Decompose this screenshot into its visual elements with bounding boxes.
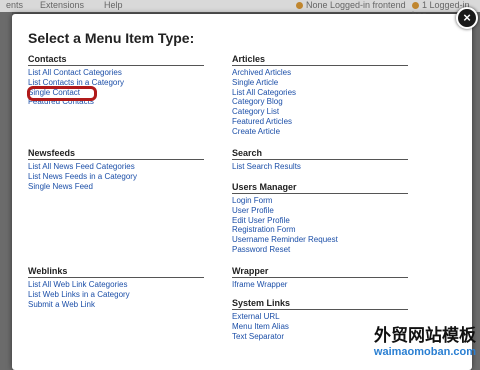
menu-type-link[interactable]: Archived Articles: [232, 68, 408, 78]
menu-type-link[interactable]: Registration Form: [232, 225, 408, 235]
group-heading: Articles: [232, 54, 408, 66]
menu-type-link[interactable]: Username Reminder Request: [232, 235, 408, 245]
watermark-chinese: 外贸网站模板: [374, 326, 476, 345]
menu-type-link[interactable]: List News Feeds in a Category: [28, 172, 204, 182]
menu-type-link[interactable]: Password Reset: [232, 245, 408, 255]
menu-extensions[interactable]: Extensions: [40, 0, 84, 10]
menu-type-link[interactable]: Featured Articles: [232, 117, 408, 127]
menu-type-link[interactable]: External URL: [232, 312, 408, 322]
menu-type-link[interactable]: Category Blog: [232, 97, 408, 107]
group-heading: System Links: [232, 298, 408, 310]
menu-type-link[interactable]: List Search Results: [232, 162, 408, 172]
menu-type-link[interactable]: List All Contact Categories: [28, 68, 204, 78]
menu-type-link[interactable]: User Profile: [232, 206, 408, 216]
group-heading: Newsfeeds: [28, 148, 204, 160]
user-icon: [412, 2, 419, 9]
group-articles: Articles Archived Articles Single Articl…: [232, 54, 408, 137]
group-newsfeeds: Newsfeeds List All News Feed Categories …: [28, 148, 204, 191]
group-heading: Users Manager: [232, 182, 408, 194]
group-users-manager: Users Manager Login Form User Profile Ed…: [232, 182, 408, 255]
menu-type-link[interactable]: Single Article: [232, 78, 408, 88]
menu-help[interactable]: Help: [104, 0, 123, 10]
backdrop-right: [472, 12, 480, 370]
backdrop-left: [0, 12, 12, 370]
group-weblinks: Weblinks List All Web Link Categories Li…: [28, 266, 204, 309]
menu-type-link[interactable]: Submit a Web Link: [28, 300, 204, 310]
menu-type-link[interactable]: Single News Feed: [28, 182, 204, 192]
group-heading: Wrapper: [232, 266, 408, 278]
menu-type-link[interactable]: List Web Links in a Category: [28, 290, 204, 300]
menu-type-link[interactable]: List All Web Link Categories: [28, 280, 204, 290]
menu-item-type-modal: Select a Menu Item Type: Contacts List A…: [12, 14, 472, 370]
single-contact-highlight: [27, 86, 97, 101]
frontend-status: None Logged-in frontend: [296, 0, 406, 10]
group-heading: Contacts: [28, 54, 204, 66]
group-heading: Weblinks: [28, 266, 204, 278]
close-icon[interactable]: ×: [456, 7, 478, 29]
menu-type-link[interactable]: Edit User Profile: [232, 216, 408, 226]
watermark: 外贸网站模板 waimaomoban.com: [350, 326, 476, 358]
modal-title: Select a Menu Item Type:: [28, 30, 195, 46]
menu-type-link[interactable]: List All News Feed Categories: [28, 162, 204, 172]
menu-type-link[interactable]: Iframe Wrapper: [232, 280, 408, 290]
group-wrapper: Wrapper Iframe Wrapper: [232, 266, 408, 290]
group-heading: Search: [232, 148, 408, 160]
menu-type-link[interactable]: Create Article: [232, 127, 408, 137]
menu-type-link[interactable]: List All Categories: [232, 88, 408, 98]
group-search: Search List Search Results: [232, 148, 408, 172]
menu-components-partial[interactable]: ents: [6, 0, 23, 10]
menu-type-link[interactable]: Login Form: [232, 196, 408, 206]
admin-topbar: ents Extensions Help None Logged-in fron…: [0, 0, 480, 20]
watermark-url: waimaomoban.com: [373, 346, 476, 358]
user-icon: [296, 2, 303, 9]
menu-type-link[interactable]: Category List: [232, 107, 408, 117]
